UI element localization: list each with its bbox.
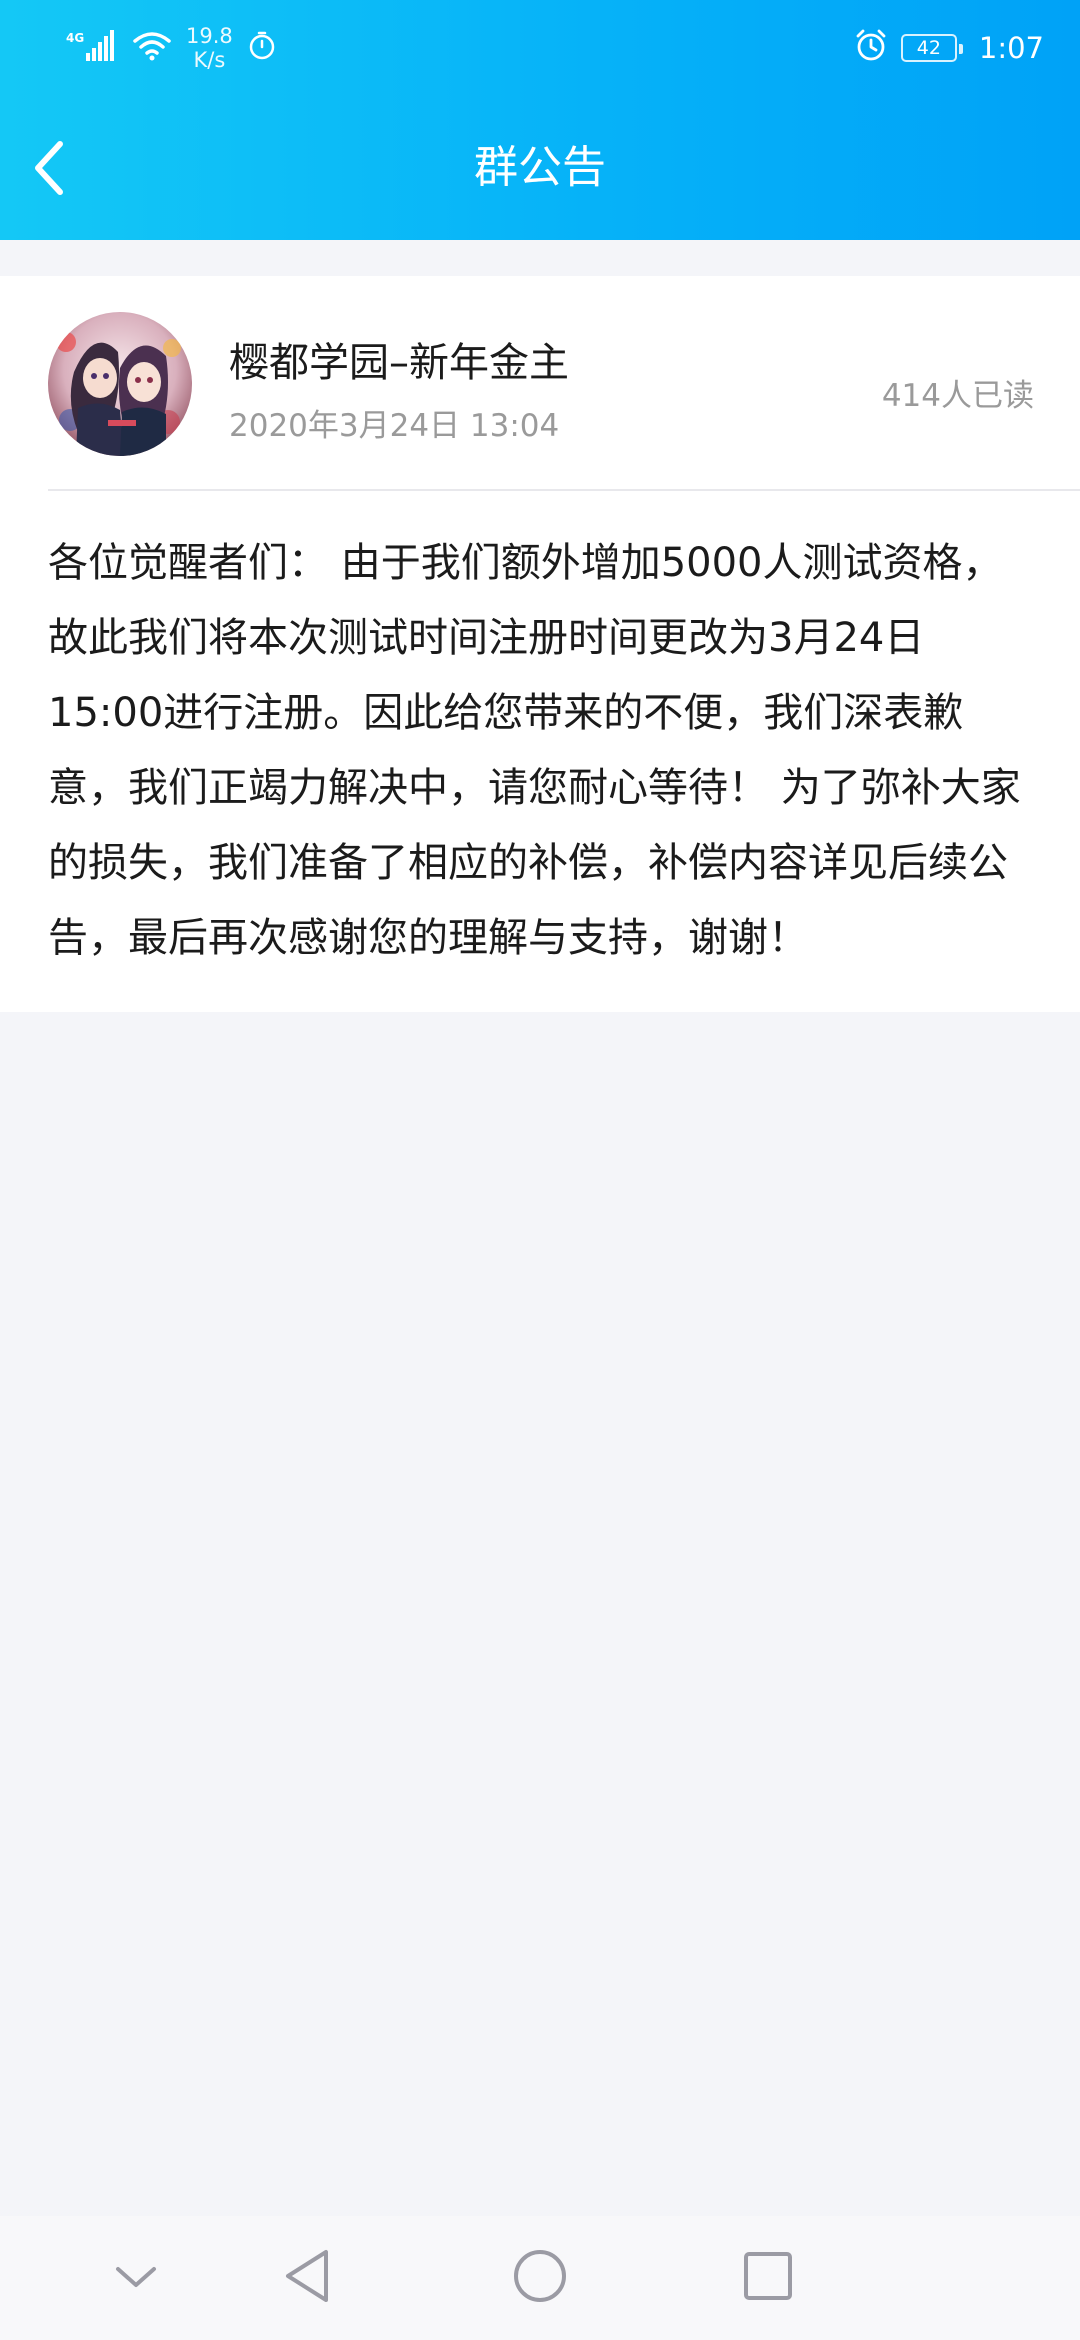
timer-icon bbox=[247, 31, 277, 65]
alarm-icon bbox=[853, 28, 889, 68]
network-label: 4G bbox=[66, 31, 84, 45]
nav-back-button[interactable] bbox=[268, 2238, 348, 2318]
title-bar: 群公告 bbox=[0, 120, 1080, 216]
chevron-down-icon bbox=[114, 2261, 158, 2295]
nav-recents-button[interactable] bbox=[728, 2238, 808, 2318]
recents-square-icon bbox=[742, 2250, 794, 2306]
status-right: 42 1:07 bbox=[853, 18, 1044, 78]
read-count[interactable]: 414人已读 bbox=[882, 370, 1034, 415]
announcement-body: 各位觉醒者们： 由于我们额外增加5000人测试资格，故此我们将本次测试时间注册时… bbox=[48, 540, 1021, 961]
status-left: 4G 19.8 K/s bbox=[66, 18, 277, 78]
app-header: 4G 19.8 K/s 42 1:07 群公告 bbox=[0, 0, 1080, 240]
system-nav-bar bbox=[0, 2216, 1080, 2340]
signal-icon: 4G bbox=[66, 29, 118, 67]
divider bbox=[48, 489, 1080, 491]
battery-level: 42 bbox=[916, 37, 941, 59]
post-timestamp: 2020年3月24日 13:04 bbox=[229, 408, 560, 444]
wifi-icon bbox=[132, 30, 172, 66]
back-triangle-icon bbox=[282, 2248, 334, 2308]
page-title: 群公告 bbox=[474, 142, 606, 193]
home-circle-icon bbox=[512, 2248, 568, 2308]
status-clock: 1:07 bbox=[978, 31, 1044, 65]
network-speed-unit: K/s bbox=[193, 48, 226, 72]
network-speed: 19.8 K/s bbox=[186, 24, 233, 72]
avatar[interactable] bbox=[48, 312, 192, 456]
status-bar: 4G 19.8 K/s 42 1:07 bbox=[0, 0, 1080, 96]
battery-icon: 42 bbox=[900, 34, 963, 62]
network-speed-value: 19.8 bbox=[186, 24, 233, 48]
nav-home-button[interactable] bbox=[500, 2238, 580, 2318]
announcement-card: 樱都学园–新年金主 2020年3月24日 13:04 414人已读 各位觉醒者们… bbox=[0, 276, 1080, 1012]
group-name: 樱都学园–新年金主 bbox=[229, 340, 569, 386]
hide-nav-button[interactable] bbox=[96, 2238, 176, 2318]
